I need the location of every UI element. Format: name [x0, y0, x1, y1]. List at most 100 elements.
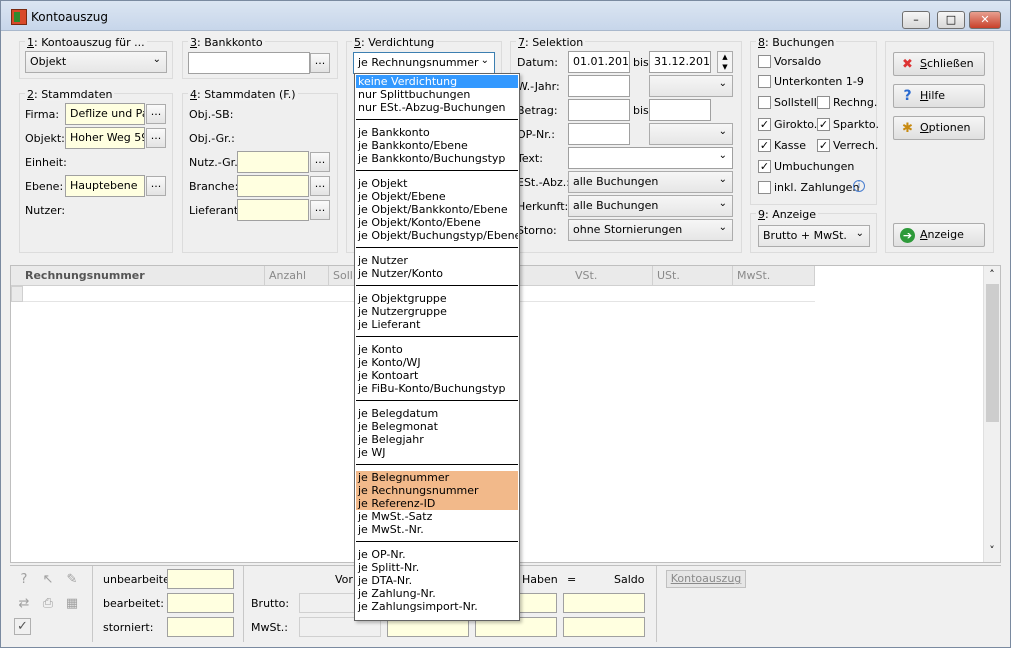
close-window-button[interactable]: ✕ [969, 11, 1001, 29]
schliessen-button[interactable]: ✖ Schließen [893, 52, 985, 76]
dropdown-option[interactable]: je Belegnummer [356, 471, 518, 484]
info-icon[interactable]: i [853, 180, 865, 192]
anzeige-select[interactable]: Brutto + MwSt. ⌄ [758, 225, 870, 247]
dropdown-option[interactable]: je Bankkonto/Buchungstyp [356, 152, 518, 165]
check-tool-icon[interactable]: ✓ [14, 618, 31, 635]
betrag-to-input[interactable] [649, 99, 711, 121]
dropdown-option[interactable]: je Splitt-Nr. [356, 561, 518, 574]
dropdown-option[interactable]: je MwSt.-Satz [356, 510, 518, 523]
sparkto-checkbox[interactable]: ✓ [817, 118, 830, 131]
minimize-button[interactable]: – [902, 11, 930, 29]
text-input[interactable]: ⌄ [568, 147, 733, 169]
vorsaldo-checkbox[interactable] [758, 55, 771, 68]
bankkonto-input[interactable] [188, 52, 310, 74]
dropdown-option[interactable]: je Zahlungsimport-Nr. [356, 600, 518, 613]
kontoauszug-fuer-select[interactable]: Objekt ⌄ [25, 51, 167, 73]
opnr-input[interactable] [568, 123, 630, 145]
dropdown-option[interactable]: nur ESt.-Abzug-Buchungen [356, 101, 518, 114]
dropdown-option[interactable]: je Referenz-ID [356, 497, 518, 510]
anzeige-button[interactable]: ➔ Anzeige [893, 223, 985, 247]
scroll-down-arrow[interactable]: ˅ [986, 544, 998, 558]
dropdown-option[interactable]: je Zahlung-Nr. [356, 587, 518, 600]
column-header-mwst[interactable]: MwSt. [733, 266, 815, 286]
dropdown-option[interactable]: je Nutzergruppe [356, 305, 518, 318]
kontoauszug-button[interactable]: Kontoauszug [666, 570, 746, 588]
lieferant-browse-button[interactable]: ... [310, 200, 330, 220]
branche-input[interactable] [237, 175, 309, 197]
firma-input[interactable]: Deflize und Part [65, 103, 145, 125]
hilfe-button[interactable]: ? Hilfe [893, 84, 985, 108]
dropdown-option[interactable]: je Belegmonat [356, 420, 518, 433]
sollstell-checkbox[interactable] [758, 96, 771, 109]
dropdown-option[interactable]: je Belegdatum [356, 407, 518, 420]
verrech-checkbox[interactable]: ✓ [817, 139, 830, 152]
dropdown-option[interactable]: je DTA-Nr. [356, 574, 518, 587]
datum-spinner[interactable]: ▲ ▼ [717, 51, 733, 73]
opnr-select[interactable]: ⌄ [649, 123, 733, 145]
dropdown-option[interactable]: keine Verdichtung [356, 75, 518, 88]
dropdown-option[interactable]: je Bankkonto/Ebene [356, 139, 518, 152]
wjahr-input[interactable] [568, 75, 630, 97]
verdichtung-select[interactable]: je Rechnungsnummer ⌄ [353, 52, 495, 74]
wjahr-select[interactable]: ⌄ [649, 75, 733, 97]
ebene-browse-button[interactable]: ... [146, 176, 166, 196]
nutzgr-input[interactable] [237, 151, 309, 173]
betrag-from-input[interactable] [568, 99, 630, 121]
column-header-vst[interactable]: VSt. [571, 266, 653, 286]
nutzgr-browse-button[interactable]: ... [310, 152, 330, 172]
datum-to-input[interactable]: 31.12.2016 [649, 51, 711, 73]
rechng-checkbox[interactable] [817, 96, 830, 109]
column-header-soll[interactable]: Soll [329, 266, 355, 286]
dropdown-option[interactable]: je Kontoart [356, 369, 518, 382]
dropdown-option[interactable]: nur Splittbuchungen [356, 88, 518, 101]
dropdown-option[interactable]: je Lieferant [356, 318, 518, 331]
dropdown-option[interactable]: je Nutzer/Konto [356, 267, 518, 280]
unterkonten-checkbox[interactable] [758, 75, 771, 88]
ebene-input[interactable]: Hauptebene [65, 175, 145, 197]
column-header-ust[interactable]: USt. [653, 266, 733, 286]
swap-tool-icon[interactable]: ⇄ [14, 594, 34, 614]
datum-from-input[interactable]: 01.01.2016 [568, 51, 630, 73]
objekt-browse-button[interactable]: ... [146, 128, 166, 148]
grid-tool-icon[interactable]: ▦ [62, 594, 82, 614]
herkunft-select[interactable]: alle Buchungen ⌄ [568, 195, 733, 217]
dropdown-option[interactable]: je Objekt [356, 177, 518, 190]
optionen-button[interactable]: ✱ Optionen [893, 116, 985, 140]
dropdown-option[interactable]: je WJ [356, 446, 518, 459]
print-tool-icon[interactable]: ⎙ [38, 594, 58, 614]
row-selector[interactable] [11, 286, 23, 302]
table-scrollbar[interactable]: ˄ ˅ [983, 266, 1000, 562]
dropdown-option[interactable]: je Belegjahr [356, 433, 518, 446]
dropdown-option[interactable]: je Bankkonto [356, 126, 518, 139]
dropdown-option[interactable]: je Konto [356, 343, 518, 356]
firma-browse-button[interactable]: ... [146, 104, 166, 124]
inkl-zahlungen-checkbox[interactable] [758, 181, 771, 194]
column-header-rechnungsnummer[interactable]: Rechnungsnummer [11, 266, 265, 286]
objekt-input[interactable]: Hoher Weg 59 · [65, 127, 145, 149]
dropdown-option[interactable]: je Objekt/Konto/Ebene [356, 216, 518, 229]
verdichtung-dropdown-list[interactable]: keine Verdichtung nur Splittbuchungen nur … [354, 73, 520, 621]
pen-tool-icon[interactable]: ✎ [62, 570, 82, 590]
dropdown-option[interactable]: je MwSt.-Nr. [356, 523, 518, 536]
kasse-checkbox[interactable]: ✓ [758, 139, 771, 152]
storno-select[interactable]: ohne Stornierungen ⌄ [568, 219, 733, 241]
dropdown-option[interactable]: je OP-Nr. [356, 548, 518, 561]
branche-browse-button[interactable]: ... [310, 176, 330, 196]
scroll-up-arrow[interactable]: ˄ [986, 268, 998, 282]
dropdown-option[interactable]: je Konto/WJ [356, 356, 518, 369]
dropdown-option[interactable]: je Nutzer [356, 254, 518, 267]
dropdown-option[interactable]: je Objekt/Ebene [356, 190, 518, 203]
maximize-button[interactable]: □ [937, 11, 965, 29]
umbuchungen-checkbox[interactable]: ✓ [758, 160, 771, 173]
lieferant-input[interactable] [237, 199, 309, 221]
dropdown-option[interactable]: je Objekt/Buchungstyp/Ebene [356, 229, 518, 242]
scroll-thumb[interactable] [986, 284, 999, 422]
column-header-anzahl[interactable]: Anzahl [265, 266, 329, 286]
dropdown-option[interactable]: je Objekt/Bankkonto/Ebene [356, 203, 518, 216]
est-select[interactable]: alle Buchungen ⌄ [568, 171, 733, 193]
help-tool-icon[interactable]: ? [14, 570, 34, 590]
pointer-tool-icon[interactable]: ↖ [38, 570, 58, 590]
girokto-checkbox[interactable]: ✓ [758, 118, 771, 131]
bankkonto-browse-button[interactable]: ... [310, 53, 330, 73]
dropdown-option[interactable]: je Rechnungsnummer [356, 484, 518, 497]
